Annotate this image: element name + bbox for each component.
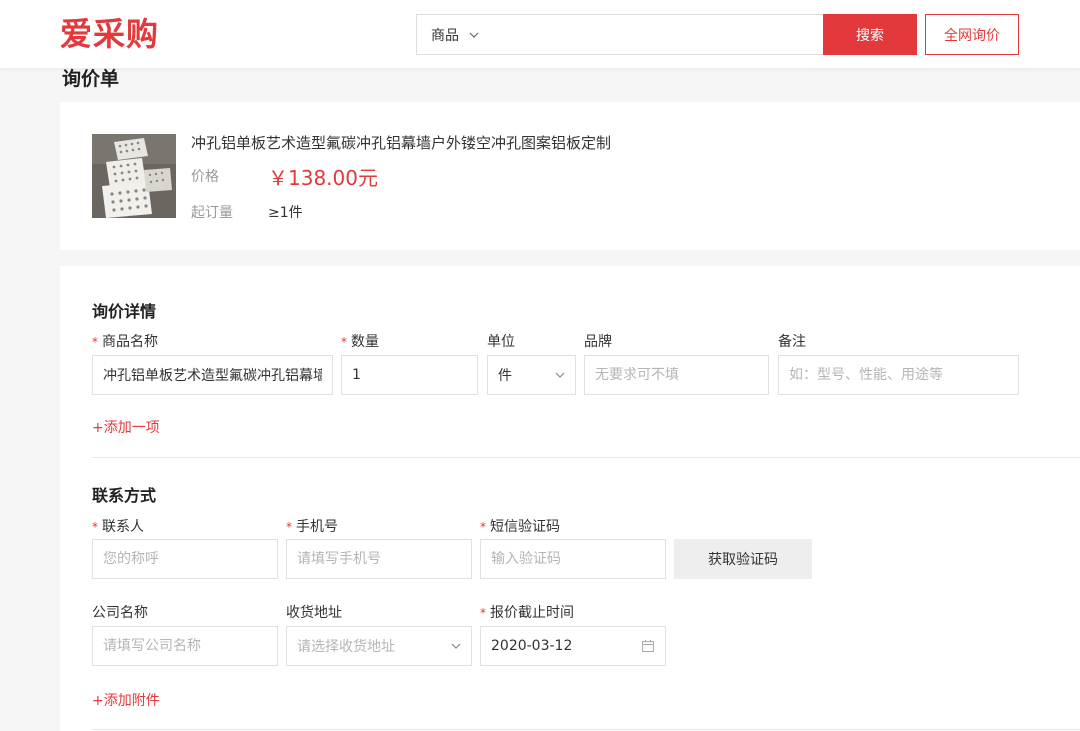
company-input[interactable] bbox=[103, 638, 267, 654]
moq-label: 起订量 bbox=[191, 205, 233, 221]
chevron-down-icon bbox=[451, 643, 461, 649]
company-field[interactable] bbox=[92, 626, 278, 666]
quantity-value: 1 bbox=[352, 367, 361, 383]
quantity-label: * 数量 bbox=[341, 334, 379, 350]
brand-input[interactable] bbox=[595, 367, 758, 383]
deadline-label: * 报价截止时间 bbox=[480, 605, 574, 621]
product-card: 冲孔铝单板艺术造型氟碳冲孔铝幕墙户外镂空冲孔图案铝板定制 价格 ￥138.00元… bbox=[60, 102, 1080, 250]
search-box: 商品 bbox=[416, 14, 824, 55]
sms-code-input[interactable] bbox=[491, 551, 655, 567]
search-category-dropdown[interactable]: 商品 bbox=[431, 25, 479, 45]
phone-input[interactable] bbox=[297, 551, 461, 567]
contact-title: 联系方式 bbox=[92, 486, 157, 505]
brand-label: 品牌 bbox=[584, 334, 612, 350]
search-input[interactable] bbox=[495, 15, 824, 54]
sms-code-label: * 短信验证码 bbox=[480, 519, 560, 535]
remark-label: 备注 bbox=[778, 334, 806, 350]
product-thumbnail[interactable] bbox=[92, 134, 176, 218]
unit-label: 单位 bbox=[487, 334, 515, 350]
product-name-value: 冲孔铝单板艺术造型氟碳冲孔铝幕墙 bbox=[103, 368, 322, 384]
deadline-field[interactable]: 2020-03-12 bbox=[480, 626, 666, 666]
phone-label: * 手机号 bbox=[286, 519, 338, 535]
search-button[interactable]: 搜索 bbox=[823, 14, 917, 55]
remark-input[interactable] bbox=[789, 367, 1008, 383]
moq-row: 起订量 ≥1件 bbox=[191, 202, 303, 222]
deadline-value: 2020-03-12 bbox=[491, 638, 573, 654]
chevron-down-icon bbox=[469, 32, 479, 38]
section-divider bbox=[92, 729, 1080, 730]
quantity-field[interactable]: 1 bbox=[341, 355, 478, 395]
moq-value: ≥1件 bbox=[268, 205, 303, 221]
inquiry-details-title: 询价详情 bbox=[92, 302, 157, 321]
unit-select[interactable]: 件 bbox=[487, 355, 576, 395]
brand-field[interactable] bbox=[584, 355, 769, 395]
address-placeholder: 请选择收货地址 bbox=[297, 639, 395, 655]
site-logo[interactable]: 爱采购 bbox=[60, 14, 159, 54]
section-divider bbox=[92, 457, 1080, 458]
remark-field[interactable] bbox=[778, 355, 1019, 395]
add-item-link[interactable]: +添加一项 bbox=[92, 417, 160, 437]
page-title: 询价单 bbox=[62, 68, 120, 90]
address-label: 收货地址 bbox=[286, 605, 342, 621]
search-category-label: 商品 bbox=[431, 27, 459, 44]
address-select[interactable]: 请选择收货地址 bbox=[286, 626, 472, 666]
inquiry-form: 询价详情 * 商品名称 * 数量 单位 品牌 备注 冲孔铝单板艺术造型氟碳冲孔铝幕墙… bbox=[60, 266, 1080, 731]
contact-person-field[interactable] bbox=[92, 539, 278, 579]
get-code-button[interactable]: 获取验证码 bbox=[674, 539, 812, 579]
unit-value: 件 bbox=[498, 368, 512, 384]
chevron-down-icon bbox=[555, 372, 565, 378]
top-navigation-bar: 爱采购 商品 搜索 全网询价 bbox=[0, 0, 1080, 68]
product-name-label: * 商品名称 bbox=[92, 334, 158, 350]
web-inquiry-button[interactable]: 全网询价 bbox=[925, 14, 1019, 55]
phone-field[interactable] bbox=[286, 539, 472, 579]
product-title[interactable]: 冲孔铝单板艺术造型氟碳冲孔铝幕墙户外镂空冲孔图案铝板定制 bbox=[191, 132, 611, 153]
contact-person-input[interactable] bbox=[103, 551, 267, 567]
add-attachment-link[interactable]: +添加附件 bbox=[92, 690, 160, 710]
calendar-icon[interactable] bbox=[641, 639, 655, 653]
company-label: 公司名称 bbox=[92, 605, 148, 621]
product-name-field[interactable]: 冲孔铝单板艺术造型氟碳冲孔铝幕墙 bbox=[92, 355, 333, 395]
contact-person-label: * 联系人 bbox=[92, 519, 144, 535]
sms-code-field[interactable] bbox=[480, 539, 666, 579]
price-row: 价格 ￥138.00元 bbox=[191, 166, 378, 190]
price-label: 价格 bbox=[191, 169, 219, 185]
price-value: ￥138.00元 bbox=[268, 166, 378, 190]
